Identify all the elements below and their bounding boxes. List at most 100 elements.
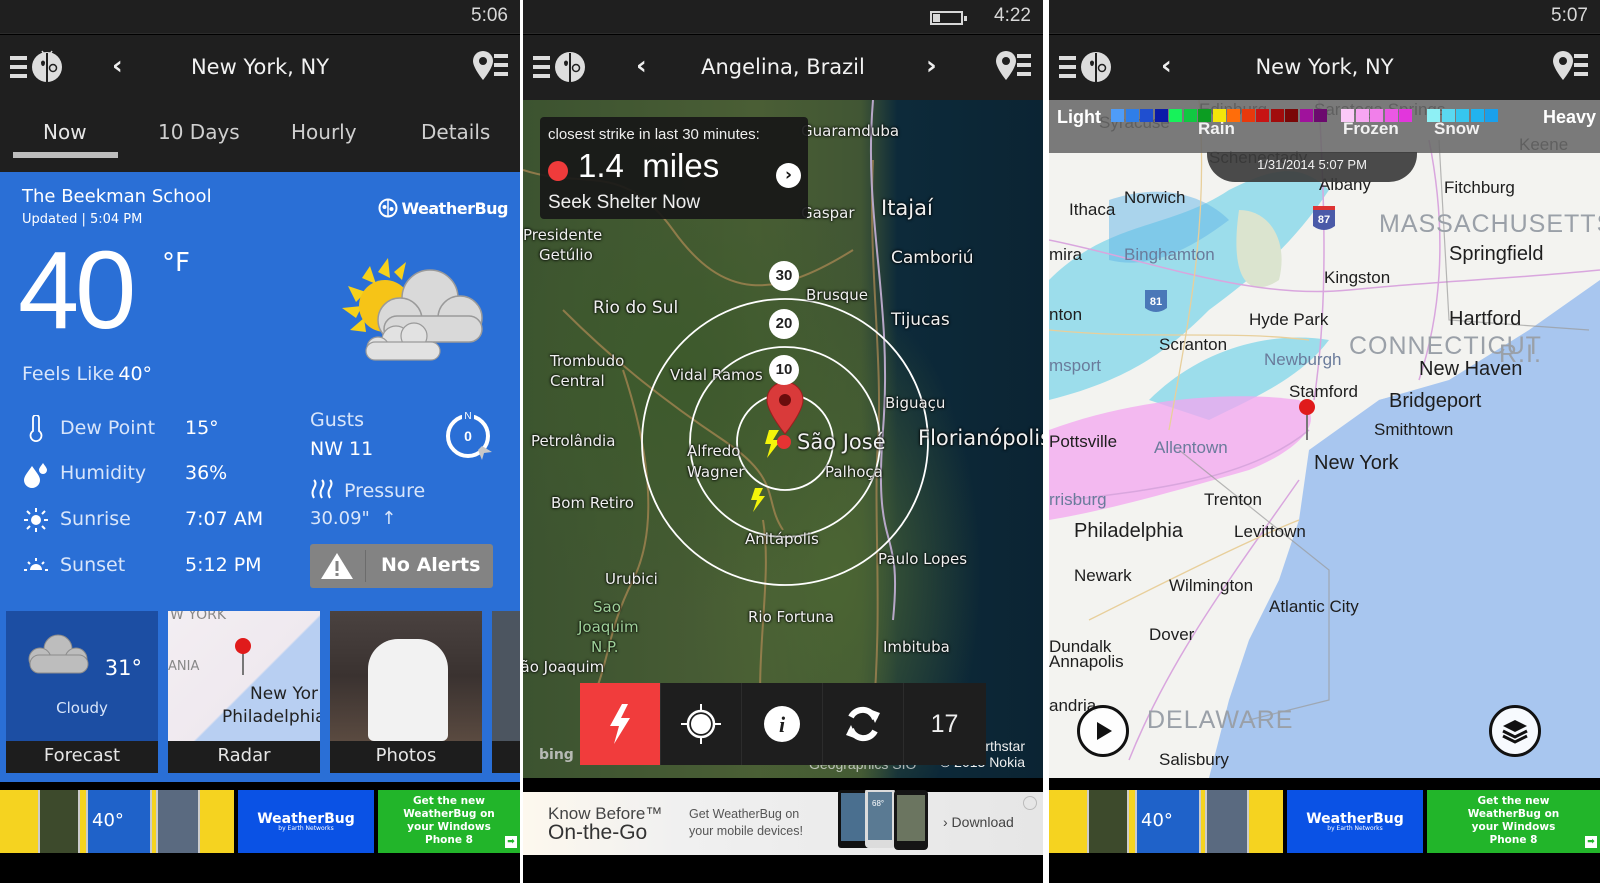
ad-body: Get WeatherBug on your mobile devices! bbox=[689, 806, 803, 840]
cloudy-icon bbox=[28, 634, 89, 674]
previous-location-button[interactable]: ‹ bbox=[1161, 51, 1172, 81]
weatherbug-menu-icon[interactable] bbox=[533, 50, 589, 84]
radar-map-label: ANIA bbox=[168, 659, 200, 674]
tile-forecast[interactable]: 31° Cloudy Forecast bbox=[6, 611, 158, 773]
map-label: Kingston bbox=[1324, 268, 1391, 287]
tab-10-days[interactable]: 10 Days bbox=[158, 120, 240, 144]
ad-screenshot-photo bbox=[156, 790, 200, 853]
previous-location-button[interactable]: ‹ bbox=[112, 51, 123, 81]
legend-heavy-label: Heavy bbox=[1542, 107, 1596, 127]
spark-toolbar: i 17 bbox=[580, 683, 986, 765]
ad-screenshot-temp: 40° bbox=[1141, 810, 1173, 831]
map-label: N.P. bbox=[591, 638, 619, 656]
map-label: Florianópolis bbox=[918, 426, 1043, 450]
arrow-right-icon: ➡ bbox=[505, 836, 517, 848]
legend-swatch bbox=[1111, 109, 1124, 122]
refresh-icon bbox=[846, 706, 880, 742]
location-pin-icon bbox=[766, 381, 804, 435]
weatherbug-menu-icon[interactable] bbox=[10, 50, 66, 84]
tile-caption bbox=[492, 741, 520, 773]
map-label: Scranton bbox=[1159, 335, 1228, 354]
map-label: Rio do Sul bbox=[593, 298, 679, 318]
ad-screenshots: 40° bbox=[1049, 790, 1283, 853]
warning-icon bbox=[321, 553, 353, 579]
now-screen: 5:06 ‹ New York, NY Now 10 Days Hourly D… bbox=[0, 0, 520, 883]
location-list-icon[interactable] bbox=[1552, 49, 1588, 83]
map-label: Trenton bbox=[1204, 490, 1262, 509]
map-label: Tijucas bbox=[891, 310, 950, 330]
legend-swatch bbox=[1125, 109, 1139, 122]
ad-banner[interactable]: 40° WeatherBug by Earth Networks Get the… bbox=[0, 790, 520, 853]
feels-like-value: 40° bbox=[118, 363, 153, 385]
map-label: Gaspar bbox=[801, 204, 855, 222]
location-list-icon[interactable] bbox=[472, 49, 508, 83]
refresh-button[interactable] bbox=[823, 683, 904, 765]
legend-frozen-label: Frozen bbox=[1343, 119, 1399, 138]
ad-promo[interactable]: Get the new WeatherBug on your Windows P… bbox=[1427, 790, 1600, 853]
ad-banner[interactable]: 40° WeatherBug by Earth Networks Get the… bbox=[1049, 790, 1600, 853]
legend-rain-label: Rain bbox=[1198, 119, 1235, 138]
ad-screenshot-now: 40° bbox=[86, 790, 152, 853]
ad-weatherbug-brand[interactable]: WeatherBug by Earth Networks bbox=[238, 790, 374, 853]
ad-info-icon[interactable] bbox=[1023, 796, 1037, 810]
strike-status-dot bbox=[548, 161, 568, 181]
pressure-label-text: Pressure bbox=[344, 480, 426, 502]
chevron-right-icon[interactable]: › bbox=[776, 163, 801, 188]
brand-text: WeatherBug bbox=[401, 198, 508, 218]
legend-light-label: Light bbox=[1057, 107, 1101, 127]
station-name: The Beekman School bbox=[22, 186, 212, 207]
updated-time: Updated | 5:04 PM bbox=[22, 212, 143, 227]
partly-cloudy-icon bbox=[342, 258, 483, 361]
map-label: Urubici bbox=[605, 570, 658, 588]
gusts-label: Gusts bbox=[310, 409, 365, 431]
weatherbug-menu-icon[interactable] bbox=[1059, 50, 1115, 84]
stat-label: Dew Point bbox=[60, 417, 156, 439]
legend-swatch bbox=[1285, 109, 1298, 122]
tile-next[interactable] bbox=[492, 611, 520, 773]
ad-banner[interactable]: Know Before™ On-the-Go Get WeatherBug on… bbox=[523, 790, 1043, 855]
strike-count-button[interactable]: 17 bbox=[904, 683, 985, 765]
closest-strike-card[interactable]: closest strike in last 30 minutes: 1.4 m… bbox=[540, 117, 808, 219]
tab-details[interactable]: Details bbox=[421, 120, 490, 144]
locate-button[interactable] bbox=[661, 683, 742, 765]
ad-weatherbug-brand[interactable]: WeatherBug by Earth Networks bbox=[1287, 790, 1423, 853]
info-button[interactable]: i bbox=[742, 683, 823, 765]
status-bar: 5:06 bbox=[0, 0, 520, 34]
radar-map-label: W YORK bbox=[170, 611, 227, 623]
wind-compass-icon[interactable]: N 0 bbox=[442, 408, 494, 460]
next-location-button[interactable]: › bbox=[926, 51, 937, 81]
ad-promo[interactable]: Get the new WeatherBug on your Windows P… bbox=[378, 790, 520, 853]
radar-map[interactable]: 87 81 SyracuseEdinburgSaratoga SpringsKe… bbox=[1049, 100, 1600, 778]
map-label: Itajaí bbox=[881, 196, 933, 220]
ad-screenshot-photo bbox=[1205, 790, 1249, 853]
lightning-button[interactable] bbox=[580, 683, 661, 765]
play-button[interactable] bbox=[1077, 705, 1129, 757]
ring-label-20: 20 bbox=[769, 309, 799, 339]
legend-swatch bbox=[1183, 109, 1197, 122]
app-header: ‹ Angelina, Brazil › bbox=[523, 35, 1043, 100]
map-label: Getúlio bbox=[539, 246, 593, 264]
forecast-tile-art: 31° Cloudy bbox=[6, 611, 158, 741]
tile-radar[interactable]: W YORK ANIA New Yor Philadelphia Radar bbox=[168, 611, 320, 773]
location-list-icon[interactable] bbox=[995, 49, 1031, 83]
ring-label-30: 30 bbox=[769, 261, 799, 291]
lightning-map[interactable]: 30 20 10 Guaramduba Gaspar Itajaí Presid… bbox=[523, 100, 1043, 778]
tab-hourly[interactable]: Hourly bbox=[291, 120, 357, 144]
tab-now[interactable]: Now bbox=[43, 120, 87, 144]
stat-label: Sunrise bbox=[60, 508, 131, 530]
layers-button[interactable] bbox=[1489, 705, 1541, 757]
map-label: Wilmington bbox=[1169, 576, 1254, 595]
map-label: Anitápolis bbox=[745, 530, 819, 548]
download-link[interactable]: › Download bbox=[943, 814, 1014, 830]
previous-location-button[interactable]: ‹ bbox=[636, 51, 647, 81]
alerts-button[interactable]: No Alerts bbox=[310, 544, 493, 588]
status-clock: 4:22 bbox=[994, 5, 1031, 26]
city-title: Angelina, Brazil bbox=[701, 55, 865, 79]
tile-photos[interactable]: Photos bbox=[330, 611, 482, 773]
ad-promo-text: Get the new WeatherBug on your Windows P… bbox=[403, 795, 495, 846]
pressure-trend-arrow: ↑ bbox=[381, 508, 397, 529]
map-pin-icon bbox=[235, 638, 251, 675]
radar-timestamp: 1/31/2014 5:07 PM bbox=[1207, 152, 1417, 182]
legend-swatch bbox=[1299, 109, 1313, 122]
map-label: msport bbox=[1049, 356, 1101, 375]
